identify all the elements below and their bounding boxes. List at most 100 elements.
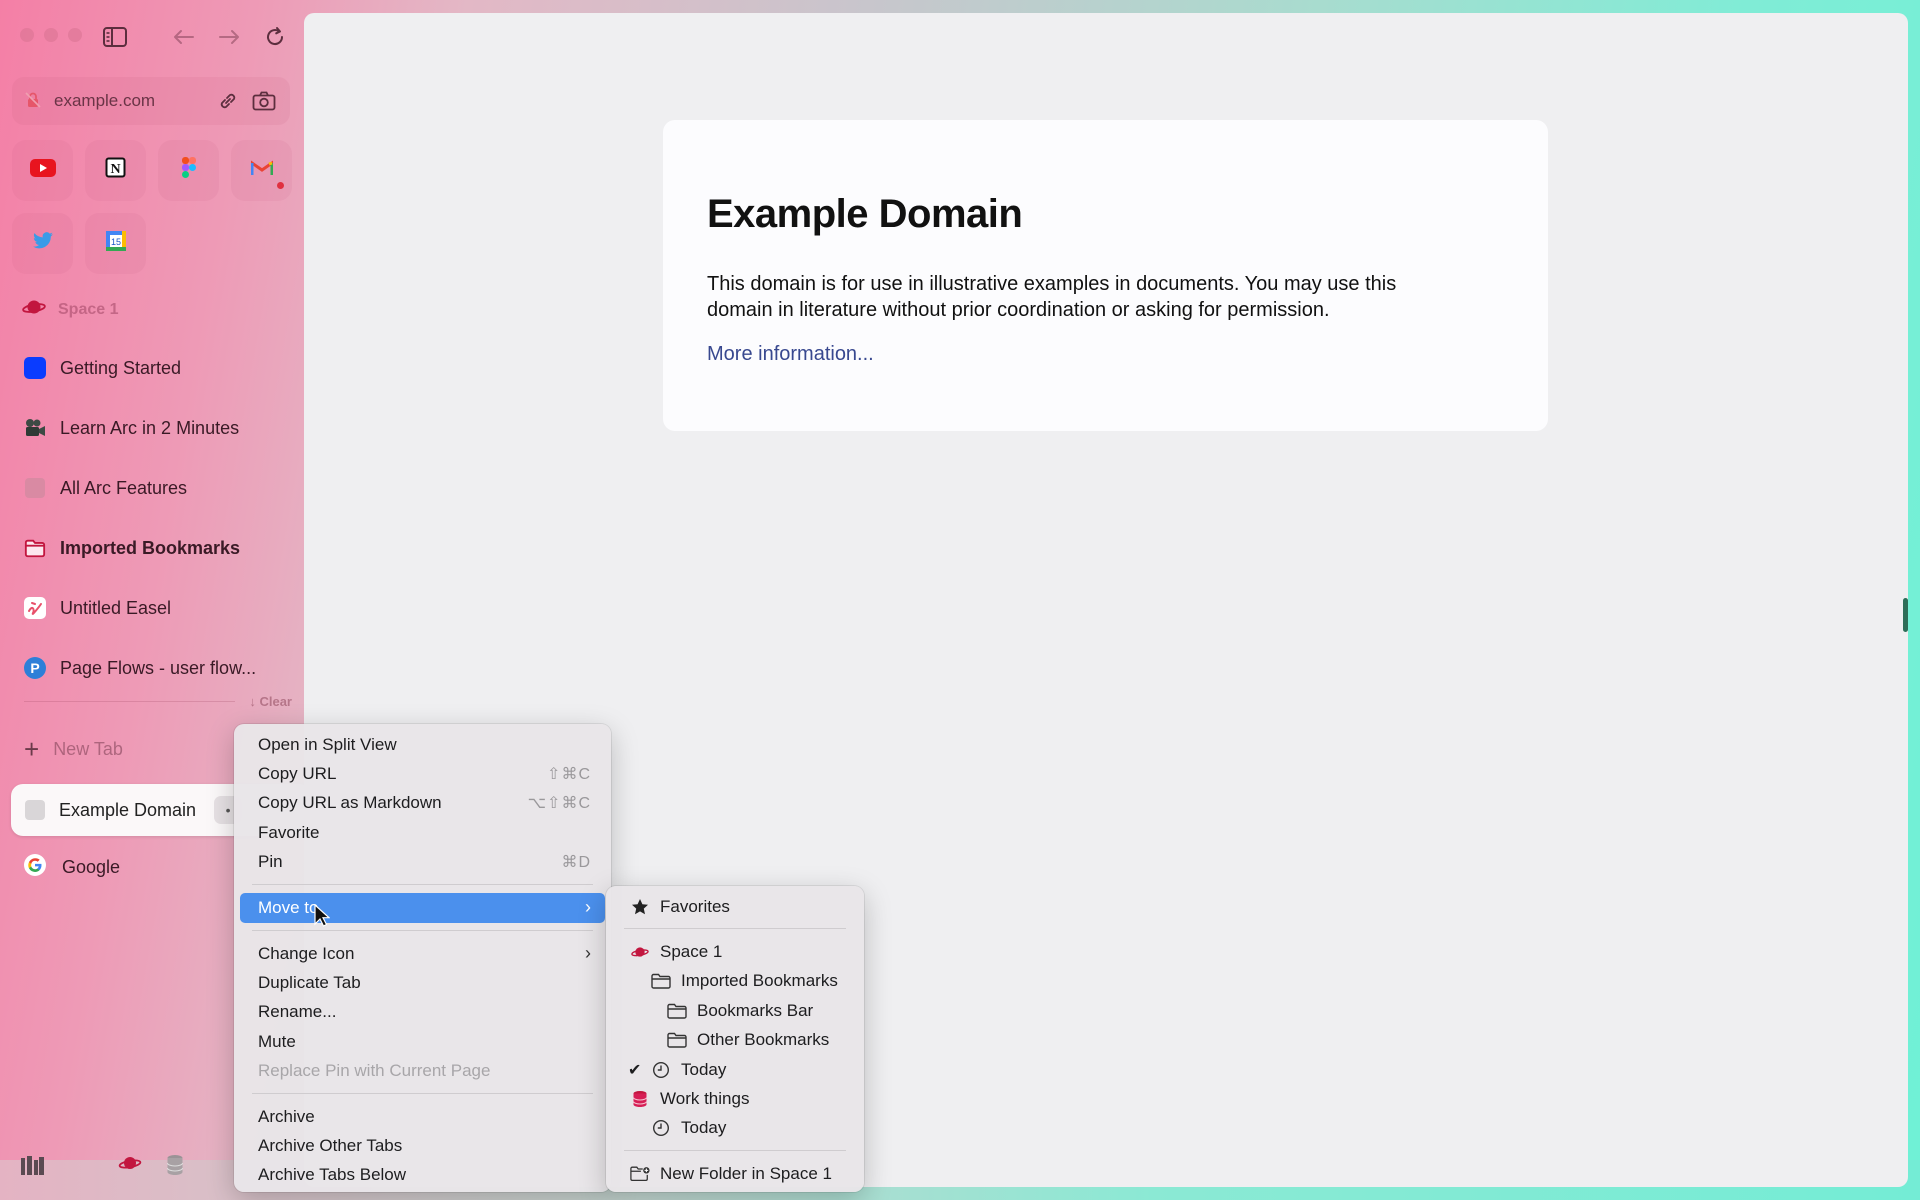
easel-icon [24, 597, 46, 619]
clock-icon [651, 1118, 671, 1138]
submenu-label: Other Bookmarks [697, 1030, 830, 1050]
database-icon[interactable] [166, 1154, 184, 1181]
menu-item-rename[interactable]: Rename... [240, 998, 605, 1027]
favorite-twitter[interactable] [12, 213, 73, 274]
reload-icon[interactable] [262, 24, 288, 50]
submenu-label: Bookmarks Bar [697, 1000, 814, 1020]
submenu-item-space-1[interactable]: Space 1 [612, 937, 858, 966]
menu-label: Archive Tabs Below [258, 1165, 407, 1185]
menu-item-move-to[interactable]: Move to › [240, 892, 605, 923]
gmail-icon [250, 160, 273, 181]
menu-item-archive-tabs-below[interactable]: Archive Tabs Below [240, 1161, 605, 1190]
menu-item-open-in-split-view[interactable]: Open in Split View [240, 730, 605, 759]
camera-icon[interactable] [250, 87, 278, 115]
folder-icon [667, 1030, 687, 1050]
back-arrow-icon[interactable] [171, 24, 197, 50]
zoom-window-button[interactable] [68, 28, 82, 42]
tab-label: Example Domain [59, 799, 197, 820]
menu-item-copy-url[interactable]: Copy URL ⇧⌘C [240, 759, 605, 788]
close-window-button[interactable] [20, 28, 34, 42]
menu-item-pin[interactable]: Pin ⌘D [240, 848, 605, 877]
pinned-tab[interactable]: All Arc Features [12, 458, 292, 518]
submenu-label: Favorites [660, 896, 730, 916]
favorite-gmail[interactable] [231, 140, 292, 201]
favorite-figma[interactable] [158, 140, 219, 201]
menu-item-copy-url-markdown[interactable]: Copy URL as Markdown ⌥⇧⌘C [240, 789, 605, 818]
planet-icon[interactable] [118, 1154, 142, 1177]
favicon-placeholder-icon [25, 800, 45, 820]
new-tab-label: New Tab [53, 738, 123, 759]
menu-separator [252, 929, 593, 931]
menu-item-mute[interactable]: Mute [240, 1027, 605, 1056]
tab-label: Google [62, 857, 121, 877]
planet-icon [630, 942, 650, 962]
folder-icon [24, 537, 46, 559]
clock-icon [651, 1060, 671, 1080]
menu-item-favorite[interactable]: Favorite [240, 818, 605, 847]
google-icon [24, 854, 46, 881]
submenu-item-other-bookmarks[interactable]: Other Bookmarks [612, 1026, 858, 1055]
menu-item-archive[interactable]: Archive [240, 1102, 605, 1131]
star-icon [630, 897, 650, 917]
shortcut-label: ⇧⌘C [547, 766, 591, 784]
menu-label: Move to [258, 897, 319, 917]
submenu-item-favorites[interactable]: Favorites [612, 892, 858, 921]
traffic-lights [20, 28, 82, 42]
menu-label: Archive Other Tabs [258, 1135, 403, 1155]
minimize-window-button[interactable] [44, 28, 58, 42]
menu-item-replace-pin: Replace Pin with Current Page [240, 1057, 605, 1086]
video-camera-icon [24, 417, 46, 439]
pinned-folder[interactable]: Imported Bookmarks [12, 518, 292, 578]
menu-separator [624, 928, 846, 930]
clear-tabs-button[interactable]: ↓ Clear [249, 694, 292, 709]
pageflows-icon: P [24, 657, 46, 679]
tab-label: Imported Bookmarks [60, 537, 241, 558]
submenu-item-today-work[interactable]: Today [612, 1114, 858, 1143]
svg-text:15: 15 [110, 237, 120, 247]
submenu-item-bookmarks-bar[interactable]: Bookmarks Bar [612, 996, 858, 1025]
menu-label: Copy URL as Markdown [258, 793, 442, 813]
favorite-google-calendar[interactable]: 15 [85, 213, 146, 274]
favorite-notion[interactable]: N [85, 140, 146, 201]
submenu-label: Work things [660, 1089, 750, 1109]
scrollbar[interactable] [1903, 598, 1908, 632]
folder-icon [651, 971, 671, 991]
notion-icon: N [105, 157, 127, 184]
forward-arrow-icon[interactable] [216, 24, 242, 50]
pinned-tab[interactable]: Getting Started [12, 338, 292, 398]
library-icon[interactable] [20, 1154, 46, 1181]
new-folder-icon [630, 1164, 650, 1184]
pink-square-icon [24, 477, 46, 499]
favorite-youtube[interactable] [12, 140, 73, 201]
submenu-label: Space 1 [660, 942, 723, 962]
menu-label: Change Icon [258, 943, 355, 963]
pinned-tab[interactable]: P Page Flows - user flow... [12, 638, 292, 698]
svg-text:P: P [30, 660, 39, 676]
menu-label: Mute [258, 1031, 296, 1051]
submenu-item-today-space1[interactable]: ✔ Today [612, 1055, 858, 1084]
pinned-tab[interactable]: Learn Arc in 2 Minutes [12, 398, 292, 458]
space-name: Space 1 [58, 300, 119, 318]
submenu-item-imported-bookmarks[interactable]: Imported Bookmarks [612, 967, 858, 996]
submenu-item-work-things[interactable]: Work things [612, 1084, 858, 1113]
link-icon[interactable] [214, 87, 242, 115]
url-bar[interactable]: example.com [12, 77, 290, 125]
favorites-grid: N 15 [12, 140, 292, 274]
tab-label: Learn Arc in 2 Minutes [60, 417, 240, 438]
tab-google[interactable]: Google [24, 854, 120, 881]
space-header[interactable]: Space 1 [22, 298, 118, 321]
pinned-tab[interactable]: Untitled Easel [12, 578, 292, 638]
url-text[interactable]: example.com [54, 91, 206, 111]
move-to-submenu: Favorites Space 1 Imported Bookmarks Boo… [606, 886, 864, 1192]
sidebar-toggle-icon[interactable] [102, 24, 128, 50]
menu-item-change-icon[interactable]: Change Icon › [240, 939, 605, 968]
more-information-link[interactable]: More information... [707, 343, 1504, 366]
menu-item-duplicate-tab[interactable]: Duplicate Tab [240, 968, 605, 997]
shortcut-label: ⌥⇧⌘C [527, 795, 591, 813]
mouse-cursor-icon [314, 903, 331, 928]
menu-item-archive-other-tabs[interactable]: Archive Other Tabs [240, 1131, 605, 1160]
calendar-icon: 15 [105, 230, 127, 257]
new-tab-button[interactable]: + New Tab [24, 736, 123, 762]
menu-label: Rename... [258, 1002, 337, 1022]
submenu-item-new-folder[interactable]: New Folder in Space 1 [612, 1159, 858, 1188]
